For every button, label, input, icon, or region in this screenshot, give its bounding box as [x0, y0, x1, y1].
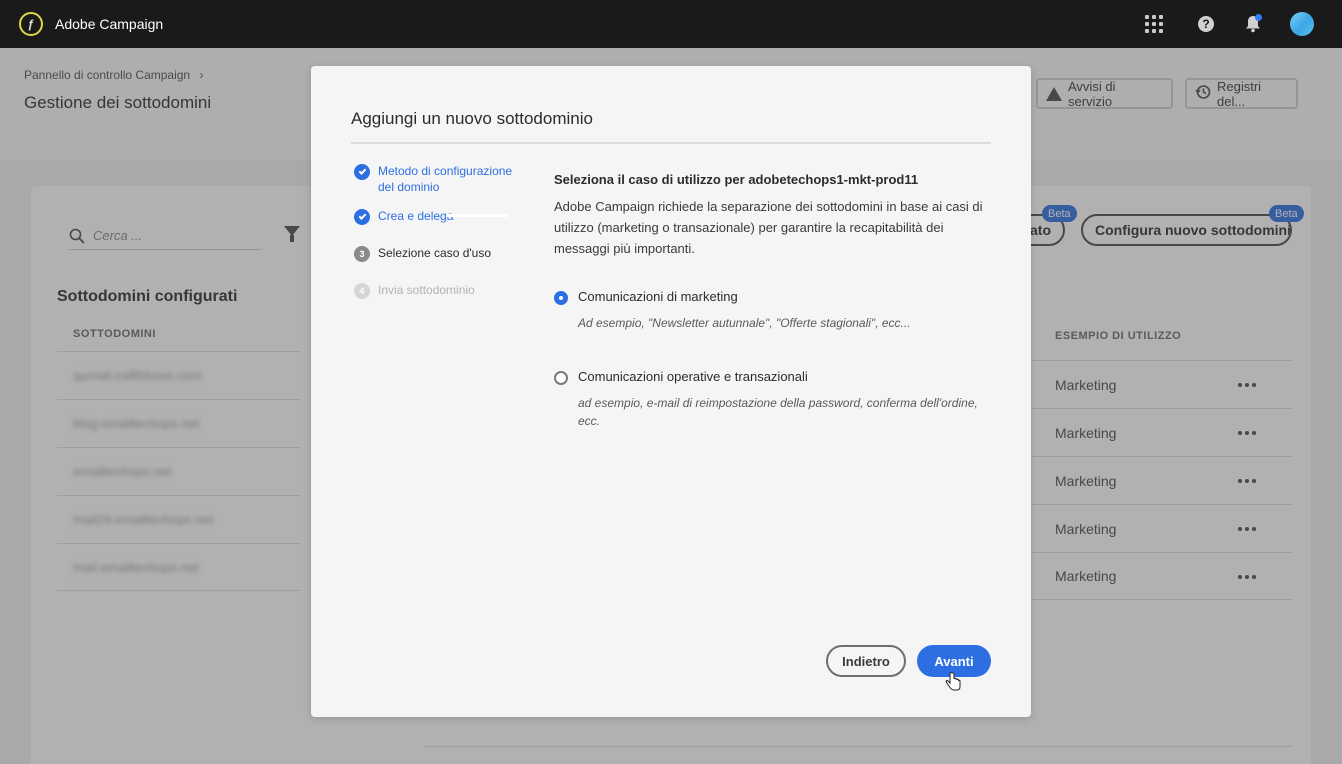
step-label: Metodo di configurazione del dominio [378, 164, 513, 194]
app-title: Adobe Campaign [55, 16, 164, 32]
back-button[interactable]: Indietro [826, 645, 906, 677]
checkmark-icon [354, 164, 370, 180]
option-label: Comunicazioni operative e transazionali [578, 369, 808, 384]
step-number: 4 [354, 283, 370, 299]
content-description: Adobe Campaign richiede la separazione d… [554, 199, 983, 256]
top-bar: ƒ Adobe Campaign ? [0, 0, 1342, 48]
step-submit: 4 Invia sottodominio [354, 282, 475, 299]
step-label: Selezione caso d'uso [378, 246, 492, 260]
adobe-campaign-logo[interactable]: ƒ [19, 12, 43, 36]
step-domain-method[interactable]: Metodo di configurazione del dominio [354, 163, 529, 195]
divider [351, 142, 991, 144]
step-number: 3 [354, 246, 370, 262]
hand-cursor-icon [945, 672, 961, 697]
dialog-title: Aggiungi un nuovo sottodominio [351, 109, 593, 128]
radio-button-selected[interactable] [554, 291, 568, 305]
option-marketing[interactable]: Comunicazioni di marketing [554, 289, 738, 305]
option-label: Comunicazioni di marketing [578, 289, 738, 304]
option-hint: ad esempio, e-mail di reimpostazione del… [578, 396, 978, 428]
notification-dot [1255, 14, 1262, 21]
notification-bell-icon[interactable] [1241, 12, 1265, 36]
radio-button[interactable] [554, 371, 568, 385]
step-progress-line [446, 214, 508, 217]
step-label: Crea e delega [378, 209, 454, 223]
avatar[interactable] [1290, 12, 1314, 36]
step-use-case: 3 Selezione caso d'uso [354, 245, 491, 262]
apps-grid-icon[interactable] [1145, 15, 1163, 33]
option-transactional[interactable]: Comunicazioni operative e transazionali [554, 369, 808, 385]
step-create-delegate[interactable]: Crea e delega [354, 208, 453, 225]
step-label: Invia sottodominio [378, 283, 475, 297]
option-hint: Ad esempio, "Newsletter autunnale", "Off… [578, 316, 911, 330]
add-subdomain-dialog: Aggiungi un nuovo sottodominio Metodo di… [311, 66, 1031, 717]
help-icon[interactable]: ? [1194, 12, 1218, 36]
checkmark-icon [354, 209, 370, 225]
content-title: Seleziona il caso di utilizzo per adobet… [554, 172, 919, 187]
